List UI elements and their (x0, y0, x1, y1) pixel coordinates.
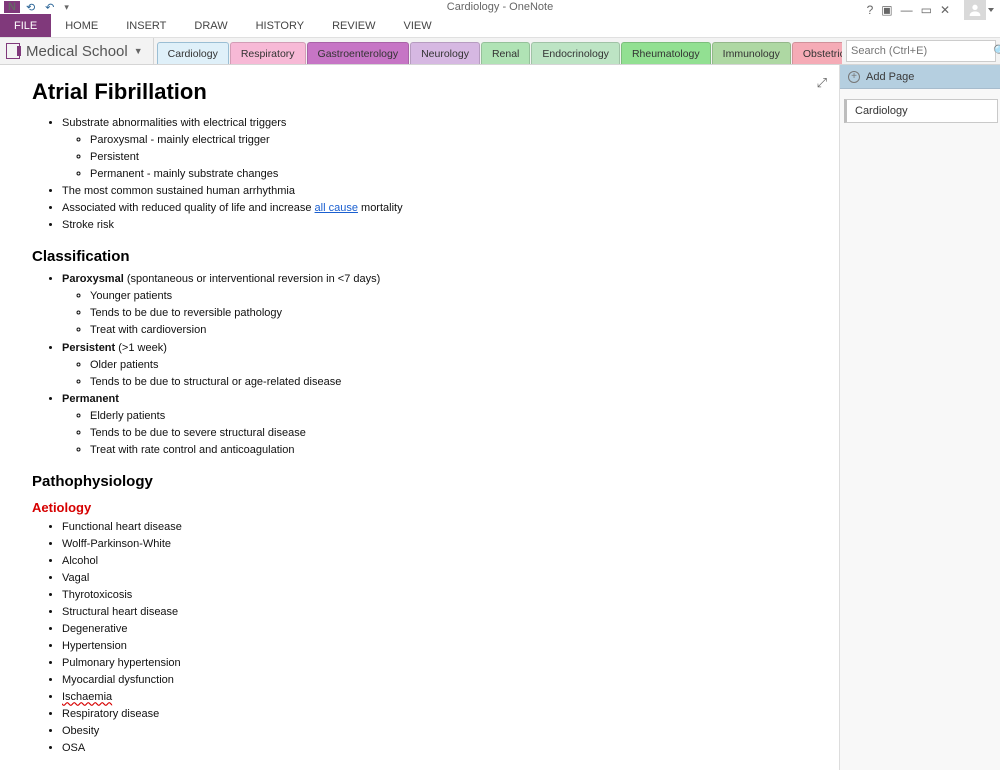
plus-icon: + (848, 71, 860, 83)
list-item: Pulmonary hypertension (62, 655, 819, 672)
list-item: Older patients (90, 357, 819, 374)
section-tab[interactable]: Endocrinology (531, 42, 620, 64)
section-tab[interactable]: Renal (481, 42, 530, 64)
ribbon-tab-home[interactable]: HOME (51, 14, 112, 37)
list-item: Permanent Elderly patients Tends to be d… (62, 391, 819, 459)
user-badge[interactable] (964, 0, 986, 20)
app-icon: N (4, 1, 20, 13)
section-tab[interactable]: Cardiology (157, 42, 229, 64)
list-item: Ischaemia (62, 689, 819, 706)
file-menu[interactable]: FILE (0, 14, 51, 37)
chevron-down-icon: ▼ (134, 46, 143, 56)
search-box[interactable]: 🔍 ▾ (846, 40, 996, 62)
ribbon-display-icon[interactable]: ▣ (881, 3, 892, 17)
list-item: Permanent - mainly substrate changes (90, 166, 819, 183)
list-item: Elderly patients (90, 408, 819, 425)
list-item: Treat with cardioversion (90, 322, 819, 339)
undo-button[interactable]: ↶ (41, 1, 58, 14)
section-tab[interactable]: Gastroenterology (307, 42, 410, 64)
list-item: Paroxysmal (spontaneous or interventiona… (62, 271, 819, 339)
page-item[interactable]: Cardiology (844, 99, 998, 123)
list-item: Tends to be due to reversible pathology (90, 305, 819, 322)
list-item: Thyrotoxicosis (62, 587, 819, 604)
list-item: Treat with rate control and anticoagulat… (90, 442, 819, 459)
heading-classification: Classification (32, 248, 819, 265)
subheading-aetiology: Aetiology (32, 500, 819, 515)
qat-dropdown[interactable]: ▾ (60, 2, 73, 13)
list-item: Degenerative (62, 621, 819, 638)
ribbon-tab-view[interactable]: VIEW (389, 14, 445, 37)
section-tab[interactable]: Respiratory (230, 42, 306, 64)
notebook-icon (6, 43, 20, 59)
section-tab[interactable]: Obstetrics (792, 42, 842, 64)
page-canvas[interactable]: ⤢ Atrial Fibrillation Substrate abnormal… (0, 65, 839, 770)
expand-icon[interactable]: ⤢ (817, 75, 827, 91)
list-item: Paroxysmal - mainly electrical trigger (90, 132, 819, 149)
list-item: Vagal (62, 570, 819, 587)
ribbon-tab-history[interactable]: HISTORY (242, 14, 319, 37)
list-item: Stroke risk (62, 217, 819, 234)
search-input[interactable] (851, 45, 993, 57)
back-button[interactable]: ⟲ (22, 1, 39, 14)
notebook-name: Medical School (26, 43, 128, 60)
list-item: Tends to be due to structural or age-rel… (90, 374, 819, 391)
notebook-selector[interactable]: Medical School ▼ (0, 38, 154, 64)
section-tab[interactable]: Rheumatology (621, 42, 711, 64)
list-item: Obesity (62, 723, 819, 740)
list-item: Functional heart disease (62, 519, 819, 536)
heading-pathophysiology: Pathophysiology (32, 473, 819, 490)
list-item: Persistent (>1 week) Older patients Tend… (62, 340, 819, 391)
section-tab[interactable]: Neurology (410, 42, 480, 64)
maximize-icon[interactable]: ▭ (921, 3, 932, 17)
list-item: Associated with reduced quality of life … (62, 200, 819, 217)
list-item: Wolff-Parkinson-White (62, 536, 819, 553)
help-icon[interactable]: ? (867, 3, 874, 17)
page-title: Atrial Fibrillation (32, 79, 819, 105)
ribbon-tab-draw[interactable]: DRAW (180, 14, 241, 37)
list-item: Persistent (90, 149, 819, 166)
ribbon-tab-insert[interactable]: INSERT (112, 14, 180, 37)
add-page-label: Add Page (866, 71, 914, 83)
list-item: OSA (62, 740, 819, 757)
list-item: Substrate abnormalities with electrical … (62, 115, 819, 183)
minimize-icon[interactable]: — (901, 3, 913, 17)
list-item: The most common sustained human arrhythm… (62, 183, 819, 200)
list-item: Younger patients (90, 288, 819, 305)
list-item: Respiratory disease (62, 706, 819, 723)
add-page-button[interactable]: + Add Page (840, 65, 1000, 89)
list-item: Alcohol (62, 553, 819, 570)
close-icon[interactable]: ✕ (940, 3, 950, 17)
list-item: Hypertension (62, 638, 819, 655)
window-title: Cardiology - OneNote (447, 1, 553, 13)
list-item: Structural heart disease (62, 604, 819, 621)
ribbon-tab-review[interactable]: REVIEW (318, 14, 389, 37)
section-tab[interactable]: Immunology (712, 42, 791, 64)
list-item: Myocardial dysfunction (62, 672, 819, 689)
list-item: Tends to be due to severe structural dis… (90, 425, 819, 442)
search-icon: 🔍 (993, 44, 1000, 58)
